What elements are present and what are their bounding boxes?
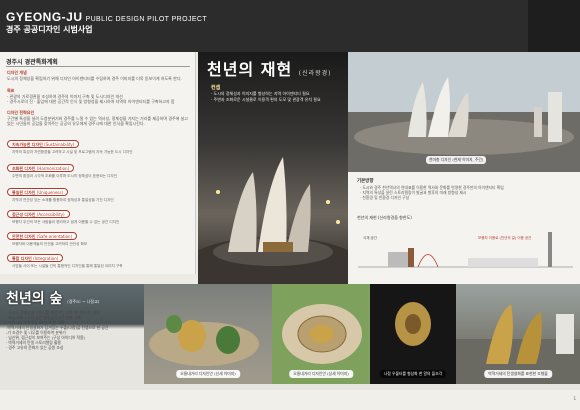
principle-desc: 지역의 특성과 자연환경을 고려하고 시설 및 프로그램의 지속 가능한 도시 … — [12, 150, 133, 154]
render-4-svg — [456, 304, 580, 384]
render-3-svg — [395, 302, 431, 346]
principle-desc: 주변의 환경과 시각적 조화를 이루며 도시의 정체성이 표현되는 디자인 — [12, 174, 118, 178]
page-number: 1 — [573, 396, 576, 401]
principle-integration: 통합 디자인 (Integration) 사업들 사이 또는 시설들 간의 통합… — [7, 254, 193, 276]
render-2-svg — [282, 304, 362, 364]
principle-tag: 통일된 디자인 (Uniqueness) — [7, 188, 69, 196]
principle-tag: 안전한 디자인 (Safe-orientation) — [7, 232, 78, 240]
section-annotation-left: 식재 공간 — [363, 236, 377, 240]
concept-line: · 주변과 조화로운 시설물로 이용객 편의 도모 및 관광객 유치 필요 — [211, 97, 321, 102]
render-2-caption: 오릉내거리 디자인안 (상세 이미지) — [289, 370, 353, 378]
principle-uniqueness: 통일된 디자인 (Uniqueness) 지역과 연관성 있는 소재를 활용하여… — [7, 188, 193, 210]
direction-text: · 도시와 경주 천년역사의 연대표를 이용한 역사와 문화를 반영한 경주만의… — [360, 185, 504, 201]
concept-label: 컨셉 — [211, 85, 221, 91]
direction-label: 기본방향 — [357, 179, 374, 184]
section-title: 경주시 경관특화계획 — [6, 59, 58, 66]
block-text: 도시의 정체성을 확립하기 위해 디자인 아이덴티티를 수립하여 경주 이미지를… — [7, 76, 182, 81]
section-label: 천년의 재현 (신라왕경을 향한도) — [357, 215, 412, 220]
section-drawing: 천년의 재현 (신라왕경을 향한도) 보행자 이용로 (천년의 길) 이용 공간… — [348, 212, 580, 284]
section-drawing-svg — [358, 232, 573, 268]
render-card-3: 나정 우물터를 형상화 한 알의 돌조각 — [370, 284, 456, 384]
site-photo: 천마총 디자인 (현재 이미지, 주간) — [348, 52, 580, 172]
site-photo-svg — [348, 52, 580, 172]
principle-desc: 지역과 연관성 있는 소재를 활용하여 정체성과 통일성을 가진 디자인 — [12, 198, 114, 202]
principle-tag: 지속가능한 디자인 (Sustainability) — [7, 140, 80, 148]
render-1-svg — [149, 315, 259, 366]
hero-concept: 컨셉 · 도시의 정체성과 이미지를 형성하는 지역 아이덴티티 필요 · 주변… — [198, 84, 348, 103]
render-card-4: 박혁거세의 탄생설화를 표현한 조형물 — [456, 284, 580, 384]
principle-sustainability: 지속가능한 디자인 (Sustainability) 지역의 특성과 자연환경을… — [7, 140, 193, 162]
block-text: 구간별 특성을 살려 도청분위기와 경주를 느낄 수 있는 역사성, 정체성을 … — [7, 116, 188, 126]
principle-safety: 안전한 디자인 (Safe-orientation) 보행자와 이용객들의 안전… — [7, 232, 193, 254]
bottom-title: 천년의 숲 (경주IC ~ 나정교) — [6, 291, 100, 307]
brand-title: GYEONG-JU PUBLIC DESIGN PILOT PROJECT — [6, 6, 207, 25]
footer-strip — [0, 390, 580, 410]
principle-desc: 보행자와 이용객들의 안전을 고려하여 안전성 확보 — [12, 242, 88, 246]
section-divider — [6, 66, 190, 67]
block-strategy: 디자인 전략요인 구간별 특성을 살려 도청분위기와 경주를 느낄 수 있는 역… — [7, 110, 191, 126]
block-concept: 디자인 개념 도시의 정체성을 확립하기 위해 디자인 아이덴티티를 수립하여 … — [7, 70, 191, 81]
principle-tag: 조화된 디자인 (Harmonization) — [7, 164, 75, 172]
section-annotation-right: 보행자 이용로 (천년의 길) 이용 공간 — [478, 236, 532, 240]
principle-desc: 보행자 우선의 모든 사람들이 편리하고 쉽게 이용할 수 있는 공간 디자인 — [12, 220, 120, 224]
site-photo-caption: 천마총 디자인 (현재 이미지, 주간) — [426, 156, 487, 164]
principle-tag: 통합 디자인 (Integration) — [7, 254, 64, 262]
block-text: · 관광의 가로경관을 조성하여 경주의 이미지 구축 및 도시디자인 개선 ·… — [7, 94, 175, 104]
render-1-caption: 오릉내거리 디자인안 (신세 이미지) — [176, 370, 240, 378]
render-card-1: 오릉내거리 디자인안 (신세 이미지) — [144, 284, 272, 384]
brand-tagline: PUBLIC DESIGN PILOT PROJECT — [85, 16, 208, 23]
render-4-caption: 박혁거세의 탄생설화를 표현한 조형물 — [484, 370, 552, 378]
header-subtitle: 경주 공공디자인 시범사업 — [6, 25, 93, 34]
block-goal: 목표 · 관광의 가로경관을 조성하여 경주의 이미지 구축 및 도시디자인 개… — [7, 88, 191, 104]
render-3-caption: 나정 우물터를 형상화 한 알의 돌조각 — [379, 370, 447, 378]
principle-desc: 사업들 사이 또는 시설들 간의 통합적인 디자인을 통해 통일된 이미지 구축 — [12, 264, 123, 268]
direction-box: 기본방향 · 도시와 경주 천년역사의 연대표를 이용한 역사와 문화를 반영한… — [348, 172, 580, 212]
bottom-intro-text: · 도시의 정체성과 이미지를 형성하는 지역 아이덴티티 필요 · 테니스에나… — [6, 310, 109, 350]
brand-name: GYEONG-JU — [6, 10, 83, 24]
principle-tag: 접근성 디자인 (Accessibility) — [7, 210, 70, 218]
principle-harmonization: 조화된 디자인 (Harmonization) 주변의 환경과 시각적 조화를 … — [7, 164, 193, 186]
principle-accessibility: 접근성 디자인 (Accessibility) 보행자 우선의 모든 사람들이 … — [7, 210, 193, 232]
render-card-2: 오릉내거리 디자인안 (상세 이미지) — [272, 284, 370, 384]
hero-title: 천년의 재현 (신라왕경) — [207, 60, 332, 79]
